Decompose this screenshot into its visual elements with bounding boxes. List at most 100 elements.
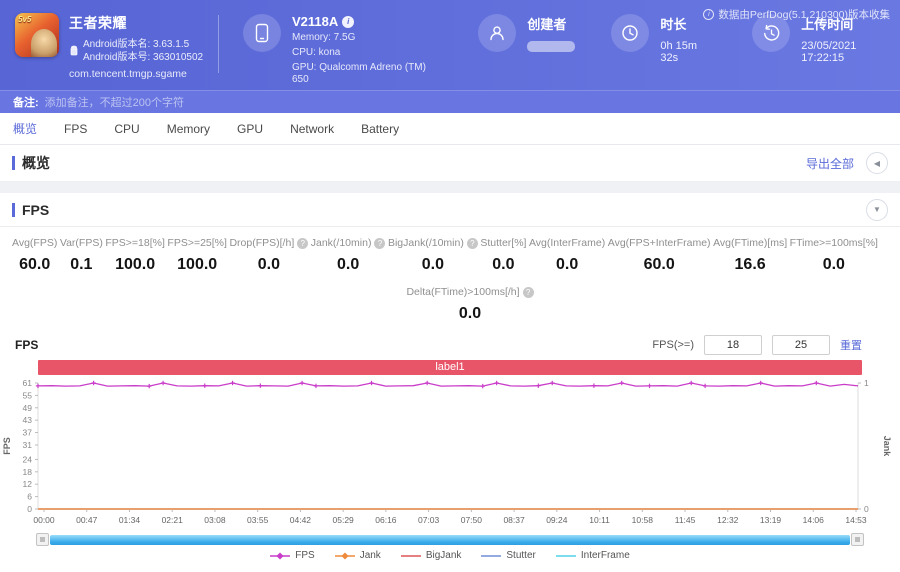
metric-label: Drop(FPS)[/h]	[229, 237, 295, 249]
export-all-link[interactable]: 导出全部	[806, 155, 854, 172]
device-info-icon[interactable]: i	[342, 15, 355, 28]
x-tick-label: 03:55	[247, 515, 269, 525]
scrollbar-left-handle[interactable]	[36, 533, 49, 546]
android-versions: Android版本名: 3.63.1.5 Android版本号: 3630105…	[83, 38, 203, 64]
creator-block: 创建者	[478, 0, 576, 52]
metric-label: Avg(FTime)[ms]	[713, 237, 788, 249]
y-tick-label: 12	[23, 479, 33, 489]
x-tick-label: 00:00	[33, 515, 55, 525]
metric-label: Avg(InterFrame)	[528, 237, 606, 249]
x-tick-label: 03:08	[204, 515, 226, 525]
fps-metric: FTime>=100ms[%] 0.0	[790, 237, 878, 274]
y-tick-label: 55	[23, 390, 33, 400]
metric-value: 0.0	[822, 256, 845, 273]
fps-threshold-input-2[interactable]	[772, 335, 830, 355]
tab-overview[interactable]: 概览	[13, 120, 37, 137]
fps-metric: FPS>=25[%] 100.0	[167, 237, 227, 274]
fps-metric: Avg(InterFrame) 0.0	[529, 237, 605, 274]
game-package: com.tencent.tmgp.sgame	[69, 68, 187, 80]
metric-value: 0.0	[257, 256, 280, 273]
legend-marker-icon	[555, 554, 576, 557]
chart-legend: FPS Jank BigJank Stutter InterFrame	[0, 546, 900, 561]
metric-value: 100.0	[177, 256, 218, 273]
legend-marker-icon	[400, 554, 421, 557]
device-gpu: GPU: Qualcomm Adreno (TM) 650	[292, 62, 426, 85]
fps-metric: Avg(FPS+InterFrame) 60.0	[608, 237, 711, 274]
scrollbar-right-handle[interactable]	[851, 533, 864, 546]
help-icon[interactable]: ?	[374, 237, 386, 249]
legend-fps[interactable]: FPS	[270, 550, 315, 561]
x-tick-label: 09:24	[546, 515, 568, 525]
game-info-block: 5v5 王者荣耀 Android版本名: 3.63.1.5 Android版本号…	[0, 0, 218, 80]
fps-metric: Jank(/10min)? 0.0	[311, 237, 386, 274]
tab-fps[interactable]: FPS	[64, 122, 87, 136]
chart-scrollbar[interactable]	[36, 533, 864, 546]
legend-jank[interactable]: Jank	[334, 550, 381, 561]
fps-chart-controls: FPS FPS(>=) 重置	[0, 323, 900, 355]
legend-interframe[interactable]: InterFrame	[555, 550, 630, 561]
collapse-left-button[interactable]: ◀	[866, 152, 888, 174]
legend-label: FPS	[295, 550, 315, 561]
title-accent-bar	[12, 156, 15, 170]
android-version-name: Android版本名: 3.63.1.5	[83, 39, 190, 50]
fps-metric: BigJank(/10min)? 0.0	[388, 237, 478, 274]
x-tick-label: 14:06	[803, 515, 825, 525]
fps-metrics-row-2: Delta(FTime)>100ms[/h]? 0.0	[0, 274, 900, 323]
legend-label: InterFrame	[580, 550, 630, 561]
tab-cpu[interactable]: CPU	[114, 122, 139, 136]
legend-label: Stutter	[506, 550, 536, 561]
legend-bigjank[interactable]: BigJank	[400, 550, 462, 561]
scrollbar-track[interactable]	[50, 534, 850, 545]
collapse-down-button[interactable]: ▼	[866, 198, 888, 221]
fps-threshold-label: FPS(>=)	[652, 339, 694, 351]
phone-icon	[243, 14, 281, 52]
x-tick-label: 01:34	[119, 515, 141, 525]
x-tick-label: 10:58	[632, 515, 654, 525]
help-icon[interactable]: ?	[466, 237, 478, 249]
metric-label: FPS>=25[%]	[167, 237, 227, 249]
fps-metrics-row-1: Avg(FPS) 60.0 Var(FPS) 0.1 FPS>=18[%] 100.0 FP…	[0, 227, 900, 274]
metric-value: 0.1	[70, 256, 93, 273]
metric-label: FTime>=100ms[%]	[789, 237, 878, 249]
y-tick-label: 31	[23, 440, 33, 450]
fps-metric: Delta(FTime)>100ms[/h]? 0.0	[40, 286, 900, 323]
legend-marker-icon	[270, 551, 291, 560]
note-label: 备注:	[13, 97, 39, 109]
note-bar[interactable]: 备注: 添加备注，不超过200个字符	[0, 90, 900, 113]
fps-line-chart[interactable]: 61 55 49 43 37 31 24 18 12 6 0 1 0 FPS Jank 00:00 00:47 0…	[0, 375, 900, 533]
x-tick-label: 12:32	[717, 515, 739, 525]
duration-value: 0h 15m 32s	[660, 40, 698, 64]
metric-label: FPS>=18[%]	[105, 237, 165, 249]
legend-marker-icon	[481, 554, 502, 557]
metric-value: 0.0	[492, 256, 515, 273]
info-icon: i	[703, 9, 715, 20]
legend-stutter[interactable]: Stutter	[481, 550, 536, 561]
tab-memory[interactable]: Memory	[167, 122, 210, 136]
fps-metric: Avg(FTime)[ms] 16.6	[713, 237, 787, 274]
overview-section-header: 概览 导出全部 ◀	[0, 145, 900, 182]
help-icon[interactable]: ?	[522, 286, 534, 298]
fps-metric: Drop(FPS)[/h]? 0.0	[229, 237, 309, 274]
creator-name-redacted	[527, 41, 576, 52]
game-icon-badge: 5v5	[18, 15, 32, 24]
help-icon[interactable]: ?	[297, 237, 309, 249]
note-placeholder[interactable]: 添加备注，不超过200个字符	[45, 94, 184, 110]
tab-gpu[interactable]: GPU	[237, 122, 263, 136]
android-icon	[70, 45, 78, 56]
metric-label: BigJank(/10min)	[387, 237, 464, 249]
right-tick-label: 1	[864, 378, 869, 388]
right-tick-label: 0	[864, 504, 869, 514]
legend-label: BigJank	[425, 550, 462, 561]
game-title: 王者荣耀	[69, 15, 127, 31]
overview-title: 概览	[22, 155, 50, 171]
tab-battery[interactable]: Battery	[361, 122, 399, 136]
metric-value: 0.0	[336, 256, 360, 273]
metric-value: 0.0	[458, 305, 482, 322]
tab-network[interactable]: Network	[290, 122, 334, 136]
device-cpu: CPU: kona	[292, 47, 341, 58]
chart-banner-label1: label1	[38, 360, 862, 375]
fps-title: FPS	[22, 201, 50, 218]
fps-threshold-input-1[interactable]	[704, 335, 762, 355]
device-block: V2118A i Memory: 7.5G CPU: kona GPU: Qua…	[243, 0, 442, 86]
reset-link[interactable]: 重置	[840, 337, 862, 353]
